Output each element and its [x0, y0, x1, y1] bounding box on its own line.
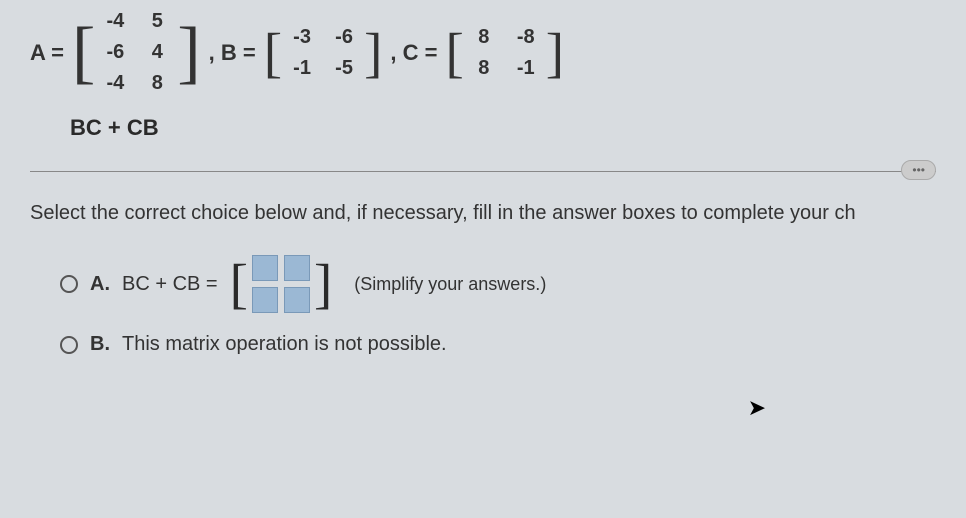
bracket-left-icon: [	[264, 31, 282, 75]
a-label: A =	[30, 40, 64, 66]
cell: -3	[288, 26, 316, 49]
cell: -5	[330, 57, 358, 80]
choice-a-text: BC + CB =	[122, 273, 218, 296]
cell: -4	[101, 72, 129, 95]
cursor-icon: ➤	[748, 395, 766, 421]
choice-b-label: B.	[90, 333, 110, 356]
answer-box-10[interactable]	[252, 287, 278, 313]
cell: 4	[143, 41, 171, 64]
b-label: , B =	[209, 40, 256, 66]
cell: 8	[470, 57, 498, 80]
choice-a-row[interactable]: A. BC + CB = [ ] (Simplify your answers.…	[60, 255, 936, 313]
cell: -6	[330, 26, 358, 49]
instruction-text: Select the correct choice below and, if …	[30, 202, 936, 225]
matrix-equation: A = [ -4 5 -6 4 -4 8 ] , B = [ -3 -6 -1 …	[30, 10, 936, 95]
cell: 5	[143, 10, 171, 33]
answer-matrix: [ ]	[230, 255, 333, 313]
radio-b[interactable]	[60, 336, 78, 354]
cell: -1	[512, 57, 540, 80]
c-label: , C =	[390, 40, 437, 66]
answer-box-01[interactable]	[284, 255, 310, 281]
bracket-right-icon: ]	[177, 25, 200, 81]
radio-a[interactable]	[60, 275, 78, 293]
more-pill[interactable]: •••	[901, 160, 936, 180]
cell: -8	[512, 26, 540, 49]
matrix-c: [ 8 -8 8 -1 ]	[445, 26, 564, 80]
simplify-hint: (Simplify your answers.)	[354, 274, 546, 295]
answer-box-11[interactable]	[284, 287, 310, 313]
bracket-left-icon: [	[445, 31, 463, 75]
answer-box-00[interactable]	[252, 255, 278, 281]
bracket-right-icon: ]	[546, 31, 564, 75]
cell: -1	[288, 57, 316, 80]
operation-label: BC + CB	[70, 115, 936, 141]
cell: 8	[470, 26, 498, 49]
matrix-a: [ -4 5 -6 4 -4 8 ]	[72, 10, 201, 95]
bracket-right-icon: ]	[314, 262, 332, 306]
bracket-left-icon: [	[72, 25, 95, 81]
bracket-right-icon: ]	[364, 31, 382, 75]
cell: -6	[101, 41, 129, 64]
divider: •••	[30, 171, 936, 172]
choice-b-text: This matrix operation is not possible.	[122, 333, 447, 356]
matrix-b: [ -3 -6 -1 -5 ]	[264, 26, 383, 80]
bracket-left-icon: [	[230, 262, 248, 306]
choice-b-row[interactable]: B. This matrix operation is not possible…	[60, 333, 936, 356]
cell: -4	[101, 10, 129, 33]
cell: 8	[143, 72, 171, 95]
choice-a-label: A.	[90, 273, 110, 296]
